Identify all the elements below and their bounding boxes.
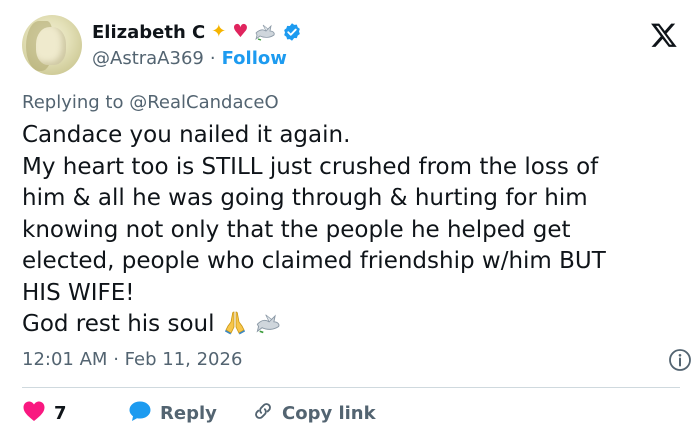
tweet-line: elected, people who claimed friendship w… bbox=[22, 248, 606, 274]
tweet-timestamp[interactable]: 12:01 AM · Feb 11, 2026 bbox=[22, 349, 242, 370]
like-count: 7 bbox=[54, 402, 67, 424]
handle-separator: · bbox=[209, 48, 216, 69]
copy-link-button[interactable]: Copy link bbox=[252, 400, 376, 427]
action-bar: 7 Reply Copy link bbox=[22, 400, 376, 426]
tweet-body: Candace you nailed it again. My heart to… bbox=[22, 120, 672, 345]
copy-link-label: Copy link bbox=[282, 402, 376, 424]
tweet-line-text: God rest his soul bbox=[22, 311, 215, 337]
reply-label: Reply bbox=[160, 402, 217, 424]
dove-icon bbox=[254, 23, 276, 41]
divider bbox=[22, 387, 680, 388]
like-button[interactable]: 7 bbox=[22, 400, 128, 427]
info-icon[interactable] bbox=[668, 348, 692, 372]
tweet-line: him & all he was going through & hurting… bbox=[22, 185, 588, 211]
dove-icon bbox=[255, 311, 281, 345]
follow-button[interactable]: Follow bbox=[222, 48, 287, 69]
tweet-line-last: God rest his soul bbox=[22, 309, 672, 345]
tweet-line: My heart too is STILL just crushed from … bbox=[22, 153, 599, 180]
replying-to: Replying to @RealCandaceO bbox=[22, 92, 279, 113]
tweet-line: HIS WIFE! bbox=[22, 279, 135, 306]
author-name-row: Elizabeth C ✦ ♥ bbox=[92, 20, 302, 44]
avatar[interactable] bbox=[22, 15, 82, 75]
verified-badge-icon[interactable] bbox=[282, 22, 302, 42]
heart-icon bbox=[22, 400, 46, 427]
avatar-face bbox=[36, 27, 66, 65]
author-handle-row: @AstraA369 · Follow bbox=[92, 48, 287, 69]
replying-to-prefix: Replying to bbox=[22, 92, 124, 113]
red-heart-icon: ♥ bbox=[232, 21, 249, 42]
replying-to-mention[interactable]: @RealCandaceO bbox=[129, 92, 278, 113]
reply-button[interactable]: Reply bbox=[128, 400, 252, 427]
folded-hands-icon bbox=[222, 309, 248, 345]
tweet-line: Candace you nailed it again. bbox=[22, 122, 351, 148]
timestamp-separator: · bbox=[113, 349, 119, 370]
tweet-header: Elizabeth C ✦ ♥ @AstraA369 · Follow bbox=[22, 15, 682, 79]
link-icon bbox=[252, 400, 274, 427]
sparkles-icon: ✦ bbox=[211, 21, 227, 42]
author-handle[interactable]: @AstraA369 bbox=[92, 48, 204, 69]
timestamp-date: Feb 11, 2026 bbox=[124, 349, 243, 370]
x-logo-icon[interactable] bbox=[650, 21, 678, 49]
author-name[interactable]: Elizabeth C bbox=[92, 22, 205, 43]
timestamp-time: 12:01 AM bbox=[22, 349, 108, 370]
tweet-line: knowing not only that the people he help… bbox=[22, 216, 571, 243]
reply-bubble-icon bbox=[128, 400, 152, 427]
